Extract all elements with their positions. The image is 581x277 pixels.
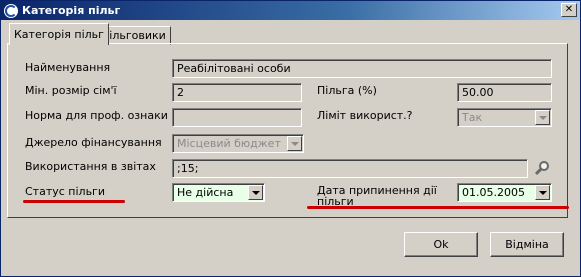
usage-limit-label: Ліміт використ.?: [317, 109, 413, 122]
chevron-down-icon[interactable]: [535, 185, 550, 200]
cancel-button[interactable]: Відміна: [490, 232, 564, 257]
min-family-field[interactable]: 2: [172, 83, 302, 102]
status-underline: [23, 200, 125, 203]
status-value: Не дійсна: [177, 186, 234, 199]
ok-button[interactable]: Ok: [404, 232, 478, 257]
stop-date-value: 01.05.2005: [462, 186, 525, 199]
usage-limit-dropdown[interactable]: Так: [457, 108, 552, 127]
dialog-window: Категорія пільг ✕ Категорія пільг Пільго…: [0, 0, 581, 277]
reports-field[interactable]: ;15;: [172, 159, 528, 178]
chevron-down-icon[interactable]: [287, 136, 302, 151]
benefit-percent-label: Пільга (%): [317, 84, 377, 97]
window-title: Категорія пільг: [22, 4, 121, 17]
name-label: Найменування: [25, 61, 111, 74]
ok-button-label: Ok: [433, 238, 449, 251]
stop-date-label: Дата припинення дії пільги: [317, 184, 437, 208]
tab-benefit-category[interactable]: Категорія пільг: [9, 23, 109, 45]
stop-date-dropdown[interactable]: 01.05.2005: [457, 183, 552, 202]
benefit-percent-field[interactable]: 50.00: [457, 83, 552, 102]
funding-value: Місцевий бюджет: [177, 137, 281, 150]
reports-label: Використання в звітах: [25, 160, 156, 173]
usage-limit-value: Так: [462, 111, 483, 124]
funding-label: Джерело фінансування: [25, 136, 162, 149]
norm-label: Норма для проф. ознаки: [25, 109, 168, 122]
tab-label: Категорія пільг: [14, 28, 104, 41]
norm-field[interactable]: [172, 108, 302, 127]
status-label: Статус пільги: [25, 185, 105, 198]
tab-label: Пільговики: [101, 29, 166, 42]
status-dropdown[interactable]: Не дійсна: [172, 183, 265, 202]
app-icon: [4, 3, 18, 18]
name-field[interactable]: Реабілітовані особи: [172, 59, 552, 78]
funding-dropdown[interactable]: Місцевий бюджет: [172, 134, 304, 153]
title-bar[interactable]: Категорія пільг ✕: [1, 1, 580, 20]
chevron-down-icon[interactable]: [248, 185, 263, 200]
cancel-button-label: Відміна: [505, 238, 549, 251]
name-value: Реабілітовані особи: [177, 62, 291, 75]
benefit-percent-value: 50.00: [462, 86, 494, 99]
reports-value: ;15;: [177, 162, 199, 175]
search-icon[interactable]: [533, 160, 551, 178]
stop-date-underline: [307, 206, 569, 209]
min-family-label: Мін. розмір сім'ї: [25, 84, 117, 97]
min-family-value: 2: [177, 86, 184, 99]
chevron-down-icon[interactable]: [535, 110, 550, 125]
close-button[interactable]: ✕: [561, 3, 577, 17]
